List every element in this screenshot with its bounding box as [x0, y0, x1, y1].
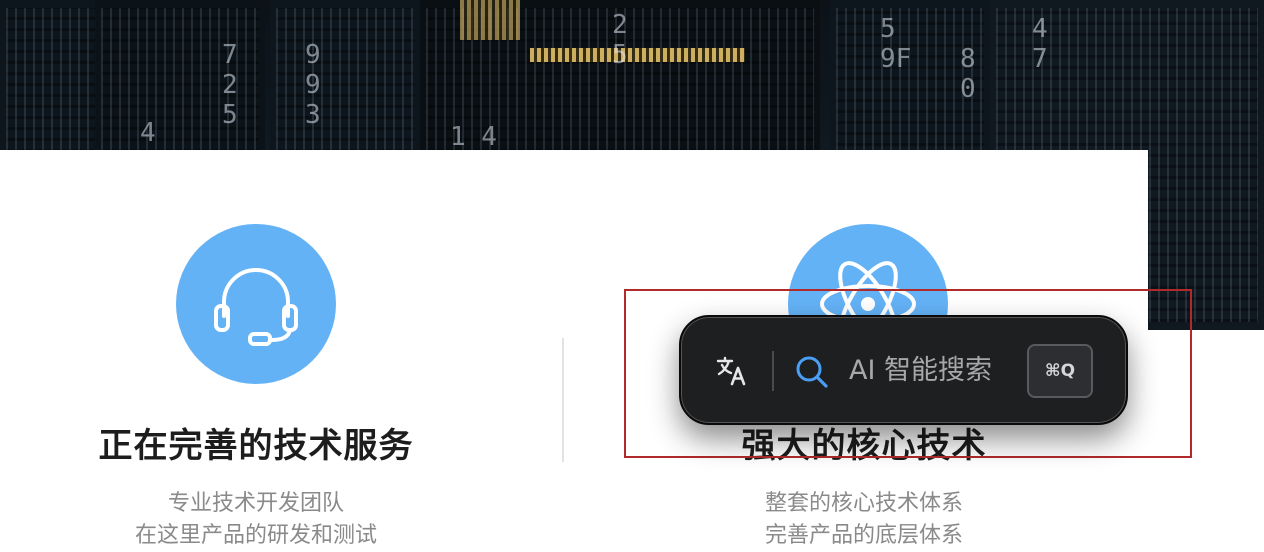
- matrix-digits: 8 0: [960, 44, 976, 104]
- feature-desc-line: 整套的核心技术体系: [764, 491, 963, 516]
- matrix-digits: 5 9F: [880, 14, 912, 74]
- matrix-digits: 7 2 5: [222, 40, 238, 130]
- building: [95, 0, 265, 160]
- matrix-digits: 2 5: [612, 10, 628, 70]
- matrix-digits: 1 4: [450, 122, 497, 152]
- headset-icon: [214, 268, 298, 346]
- building: [0, 0, 110, 160]
- matrix-digits: 9 9 3: [305, 40, 321, 130]
- feature-title: 正在完善的技术服务: [98, 426, 414, 466]
- search-icon[interactable]: [795, 355, 829, 389]
- ai-search-bar[interactable]: AI 智能搜索 ⌘Q: [679, 315, 1128, 425]
- feature-desc-line: 完善产品的底层体系: [764, 523, 963, 548]
- translate-icon[interactable]: [715, 354, 749, 388]
- search-placeholder[interactable]: AI 智能搜索: [849, 351, 992, 391]
- pill-separator: [772, 351, 774, 391]
- matrix-digits: 4 7: [1032, 14, 1048, 74]
- feature-desc-line: 在这里产品的研发和测试: [134, 523, 377, 548]
- icon-circle: [176, 224, 336, 384]
- matrix-digits: 4: [140, 118, 156, 148]
- feature-description: 专业技术开发团队 在这里产品的研发和测试: [0, 488, 512, 552]
- shortcut-key-badge[interactable]: ⌘Q: [1027, 344, 1093, 398]
- feature-description: 整套的核心技术体系 完善产品的底层体系: [608, 488, 1120, 552]
- building: [270, 0, 420, 160]
- feature-divider: [562, 338, 564, 462]
- lit-windows: [460, 0, 520, 40]
- feature-desc-line: 专业技术开发团队: [167, 491, 344, 516]
- lit-windows: [530, 48, 745, 62]
